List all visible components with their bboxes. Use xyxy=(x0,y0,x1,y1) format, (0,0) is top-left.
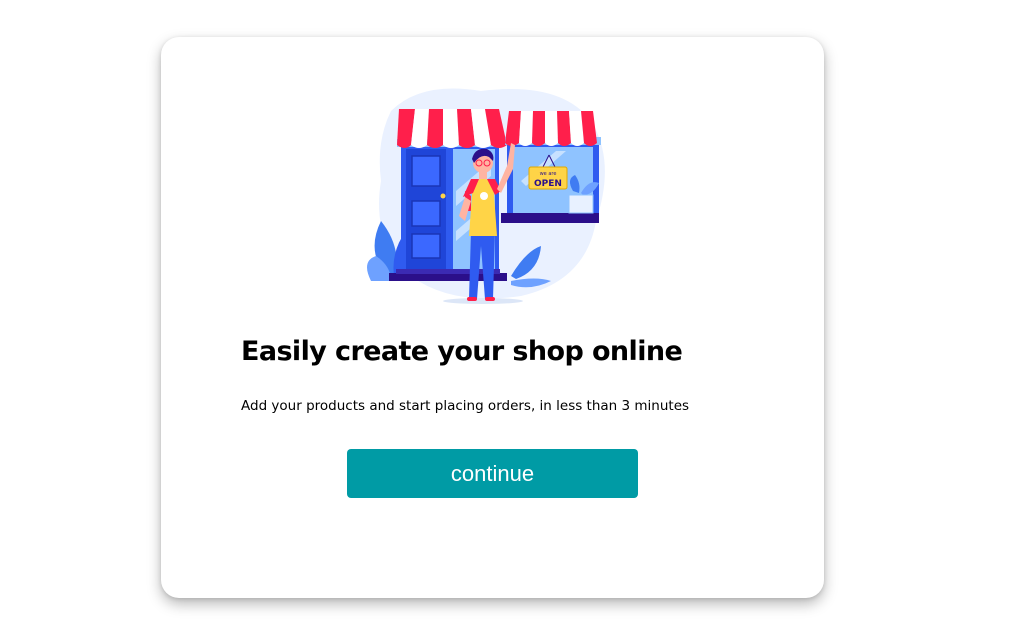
shop-illustration: we are OPEN xyxy=(367,88,605,304)
page-title: Easily create your shop online xyxy=(241,336,683,367)
open-sign-text: OPEN xyxy=(534,179,562,189)
onboarding-card: we are OPEN Easily create your shop onli… xyxy=(161,37,824,598)
page-subtitle: Add your products and start placing orde… xyxy=(241,398,690,414)
open-sign-small-text: we are xyxy=(540,171,557,177)
window-awning xyxy=(505,111,601,146)
continue-button[interactable]: continue xyxy=(347,449,638,498)
main-awning xyxy=(397,109,507,148)
